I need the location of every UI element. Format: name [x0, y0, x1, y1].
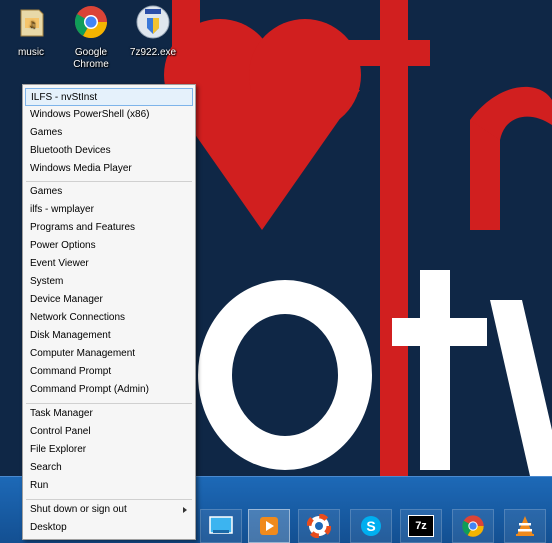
taskbar-button-7zip[interactable]: 7z [400, 509, 442, 543]
taskbar-button-vlc[interactable] [504, 509, 546, 543]
menu-group-system: Games ilfs - wmplayer Programs and Featu… [23, 183, 195, 399]
menu-group-session: Shut down or sign out Desktop [23, 501, 195, 537]
menu-item-games-2[interactable]: Games [23, 183, 195, 201]
desktop-icon-7z922[interactable]: 7z922.exe [122, 4, 184, 59]
quick-link-menu: ILFS - nvStInst Windows PowerShell (x86)… [22, 84, 196, 540]
menu-separator [26, 499, 192, 500]
menu-item-event-viewer[interactable]: Event Viewer [23, 255, 195, 273]
menu-item-control-panel[interactable]: Control Panel [23, 423, 195, 441]
menu-item-programs-and-features[interactable]: Programs and Features [23, 219, 195, 237]
menu-item-run[interactable]: Run [23, 477, 195, 495]
desktop-icon-label: Google Chrome [73, 47, 109, 70]
menu-item-command-prompt[interactable]: Command Prompt [23, 363, 195, 381]
menu-item-computer-management[interactable]: Computer Management [23, 345, 195, 363]
svg-text:♫: ♫ [28, 20, 35, 29]
submenu-arrow-icon [183, 507, 187, 513]
menu-item-ilfs-nvstinst[interactable]: ILFS - nvStInst [25, 88, 193, 106]
menu-item-bluetooth-devices[interactable]: Bluetooth Devices [23, 142, 195, 160]
chrome-icon [74, 6, 108, 39]
skype-icon: S [361, 516, 381, 536]
vlc-icon [516, 516, 534, 536]
menu-item-power-options[interactable]: Power Options [23, 237, 195, 255]
menu-item-command-prompt-admin[interactable]: Command Prompt (Admin) [23, 381, 195, 399]
desktop-icon-google-chrome[interactable]: Google Chrome [60, 4, 122, 71]
menu-item-task-manager[interactable]: Task Manager [23, 405, 195, 423]
desktop-icon-label: 7z922.exe [129, 47, 177, 58]
menu-item-games[interactable]: Games [23, 124, 195, 142]
taskbar-button-lifebuoy[interactable] [298, 509, 340, 543]
menu-item-network-connections[interactable]: Network Connections [23, 309, 195, 327]
installer-icon [136, 5, 170, 39]
chrome-icon [462, 515, 484, 537]
taskbar-button-media-player[interactable] [248, 509, 290, 543]
menu-separator [26, 403, 192, 404]
folder-icon: ♫ [20, 9, 44, 37]
desktop: ♫ music Google Chrome 7z922.exe S 7z ILF… [0, 0, 552, 543]
taskbar-button-skype[interactable]: S [350, 509, 392, 543]
7zip-icon-text: 7z [415, 520, 427, 532]
menu-item-device-manager[interactable]: Device Manager [23, 291, 195, 309]
desktop-icon-label: music [17, 47, 45, 58]
taskbar-button-desktop[interactable] [200, 509, 242, 543]
menu-item-desktop[interactable]: Desktop [23, 519, 195, 537]
desktop-icon-music[interactable]: ♫ music [0, 4, 62, 59]
menu-item-shut-down-or-sign-out[interactable]: Shut down or sign out [23, 501, 195, 519]
menu-item-system[interactable]: System [23, 273, 195, 291]
menu-item-file-explorer[interactable]: File Explorer [23, 441, 195, 459]
menu-group-recent: ILFS - nvStInst Windows PowerShell (x86)… [23, 88, 195, 178]
menu-item-disk-management[interactable]: Disk Management [23, 327, 195, 345]
menu-item-label: Shut down or sign out [30, 504, 127, 515]
menu-item-windows-powershell-x86[interactable]: Windows PowerShell (x86) [23, 106, 195, 124]
menu-separator [26, 181, 192, 182]
7zip-icon: 7z [408, 515, 434, 537]
menu-group-tools: Task Manager Control Panel File Explorer… [23, 405, 195, 495]
media-player-icon [260, 517, 278, 535]
menu-item-windows-media-player[interactable]: Windows Media Player [23, 160, 195, 178]
taskbar-button-chrome[interactable] [452, 509, 494, 543]
menu-item-search[interactable]: Search [23, 459, 195, 477]
desktop-icon [209, 516, 233, 534]
lifebuoy-icon [307, 514, 331, 538]
svg-text:S: S [366, 518, 375, 534]
menu-item-ilfs-wmplayer[interactable]: ilfs - wmplayer [23, 201, 195, 219]
